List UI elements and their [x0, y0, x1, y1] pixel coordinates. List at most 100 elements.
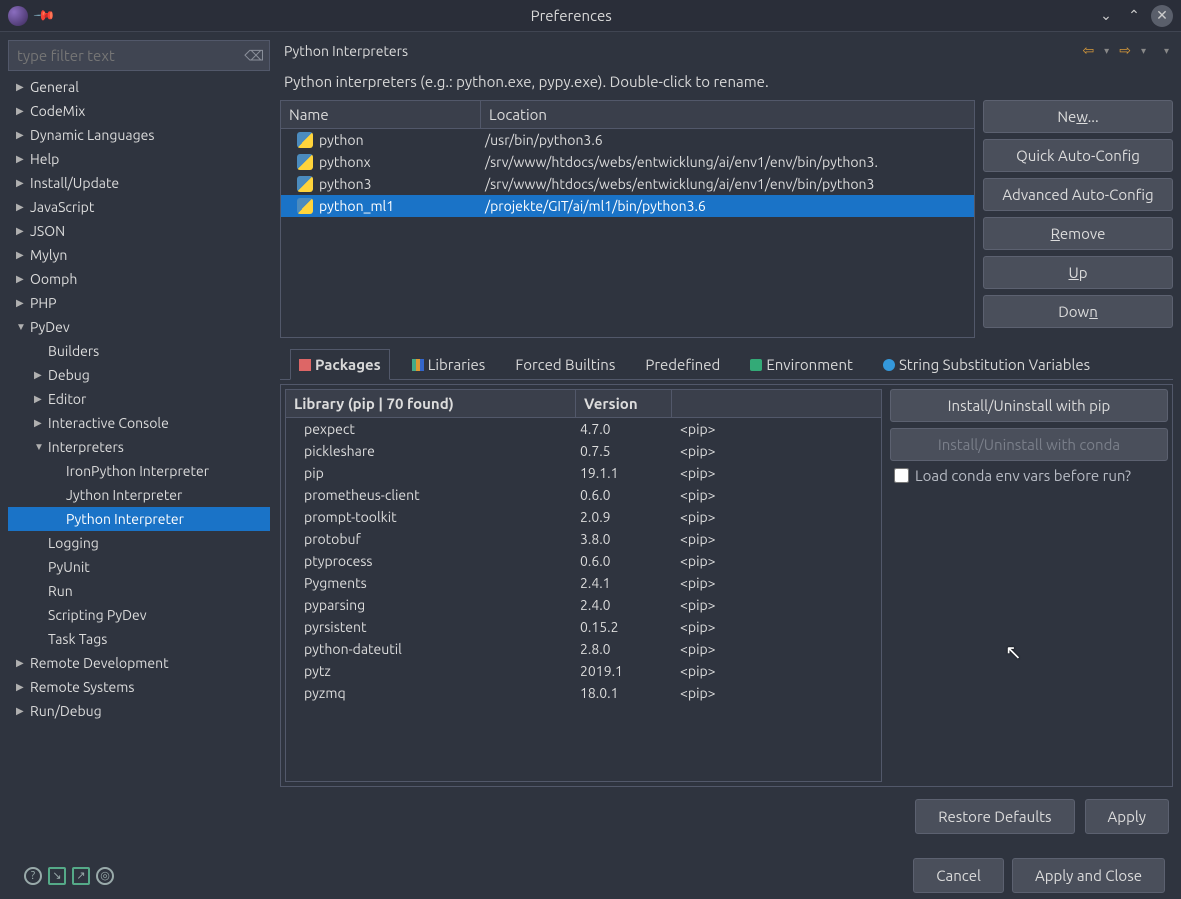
restore-defaults-button[interactable]: Restore Defaults: [915, 799, 1074, 834]
down-button[interactable]: Down: [983, 295, 1173, 328]
chevron-right-icon[interactable]: ▶: [16, 129, 30, 141]
tree-item[interactable]: ▶Dynamic Languages: [8, 123, 270, 147]
chevron-right-icon[interactable]: ▶: [16, 249, 30, 261]
forward-icon[interactable]: ⇨: [1119, 42, 1131, 59]
package-row[interactable]: protobuf3.8.0<pip>: [286, 528, 881, 550]
col-version-header[interactable]: Version: [576, 390, 672, 417]
filter-input[interactable]: [8, 40, 270, 71]
tree-item[interactable]: PyUnit: [8, 555, 270, 579]
chevron-right-icon[interactable]: ▶: [16, 225, 30, 237]
tree-item[interactable]: Task Tags: [8, 627, 270, 651]
tree-item[interactable]: ▶Remote Systems: [8, 675, 270, 699]
col-location-header[interactable]: Location: [481, 101, 974, 128]
apply-and-close-button[interactable]: Apply and Close: [1012, 858, 1165, 893]
tree-item[interactable]: ▶PHP: [8, 291, 270, 315]
chevron-right-icon[interactable]: ▶: [16, 273, 30, 285]
tree-item[interactable]: Scripting PyDev: [8, 603, 270, 627]
tree-item[interactable]: ▶JavaScript: [8, 195, 270, 219]
interpreter-row[interactable]: python_ml1/projekte/GIT/ai/ml1/bin/pytho…: [281, 195, 974, 217]
tab-predef[interactable]: Predefined: [637, 349, 728, 380]
preferences-tree[interactable]: ▶General▶CodeMix▶Dynamic Languages▶Help▶…: [8, 75, 270, 834]
interpreter-row[interactable]: python/usr/bin/python3.6: [281, 129, 974, 151]
interpreter-row[interactable]: pythonx/srv/www/htdocs/webs/entwicklung/…: [281, 151, 974, 173]
chevron-right-icon[interactable]: ▶: [34, 417, 48, 429]
package-row[interactable]: pyzmq18.0.1<pip>: [286, 682, 881, 704]
back-menu-icon[interactable]: ▾: [1104, 45, 1109, 57]
col-library-header[interactable]: Library (pip | 70 found): [286, 390, 576, 417]
help-icon[interactable]: ?: [24, 867, 42, 885]
remove-button[interactable]: Remove: [983, 217, 1173, 250]
package-row[interactable]: pickleshare0.7.5<pip>: [286, 440, 881, 462]
export-icon[interactable]: ↗: [72, 867, 90, 885]
chevron-right-icon[interactable]: ▶: [16, 657, 30, 669]
package-row[interactable]: pytz2019.1<pip>: [286, 660, 881, 682]
chevron-right-icon[interactable]: ▶: [16, 81, 30, 93]
advanced-auto-config-button[interactable]: Advanced Auto-Config: [983, 178, 1173, 211]
tree-item[interactable]: ▶Help: [8, 147, 270, 171]
conda-env-checkbox-row[interactable]: Load conda env vars before run?: [890, 467, 1168, 484]
install-pip-button[interactable]: Install/Uninstall with pip: [890, 389, 1168, 422]
chevron-right-icon[interactable]: ▶: [16, 681, 30, 693]
tree-item[interactable]: ▶General: [8, 75, 270, 99]
interpreter-row[interactable]: python3/srv/www/htdocs/webs/entwicklung/…: [281, 173, 974, 195]
chevron-right-icon[interactable]: ▶: [16, 153, 30, 165]
tree-item[interactable]: ▶Interactive Console: [8, 411, 270, 435]
chevron-down-icon[interactable]: ▼: [34, 441, 48, 453]
forward-menu-icon[interactable]: ▾: [1141, 45, 1146, 57]
tree-item[interactable]: Jython Interpreter: [8, 483, 270, 507]
package-row[interactable]: prometheus-client0.6.0<pip>: [286, 484, 881, 506]
tab-packages[interactable]: Packages: [290, 349, 390, 380]
cancel-button[interactable]: Cancel: [913, 858, 1004, 893]
chevron-right-icon[interactable]: ▶: [34, 369, 48, 381]
tree-item[interactable]: ▶JSON: [8, 219, 270, 243]
import-icon[interactable]: ↘: [48, 867, 66, 885]
tree-item[interactable]: ▶Mylyn: [8, 243, 270, 267]
tree-item[interactable]: ▶Install/Update: [8, 171, 270, 195]
tab-forced[interactable]: Forced Builtins: [507, 349, 623, 380]
package-row[interactable]: Pygments2.4.1<pip>: [286, 572, 881, 594]
tree-item[interactable]: Logging: [8, 531, 270, 555]
tab-libraries[interactable]: Libraries: [404, 349, 494, 380]
new-button[interactable]: New...: [983, 100, 1173, 133]
apply-button[interactable]: Apply: [1085, 799, 1169, 834]
chevron-right-icon[interactable]: ▶: [16, 201, 30, 213]
menu-icon[interactable]: ▾: [1164, 45, 1169, 57]
tree-item[interactable]: ▶CodeMix: [8, 99, 270, 123]
conda-env-checkbox[interactable]: [894, 468, 909, 483]
package-row[interactable]: pexpect4.7.0<pip>: [286, 418, 881, 440]
tree-item[interactable]: ▶Remote Development: [8, 651, 270, 675]
install-conda-button[interactable]: Install/Uninstall with conda: [890, 428, 1168, 461]
tree-item[interactable]: Builders: [8, 339, 270, 363]
quick-auto-config-button[interactable]: Quick Auto-Config: [983, 139, 1173, 172]
package-row[interactable]: pyrsistent0.15.2<pip>: [286, 616, 881, 638]
package-row[interactable]: prompt-toolkit2.0.9<pip>: [286, 506, 881, 528]
minimize-button[interactable]: ⌄: [1095, 5, 1117, 27]
chevron-right-icon[interactable]: ▶: [16, 705, 30, 717]
tree-item[interactable]: ▶Run/Debug: [8, 699, 270, 723]
tree-item[interactable]: ▶Editor: [8, 387, 270, 411]
package-row[interactable]: pyparsing2.4.0<pip>: [286, 594, 881, 616]
package-row[interactable]: ptyprocess0.6.0<pip>: [286, 550, 881, 572]
clear-filter-icon[interactable]: ⌫: [244, 47, 264, 64]
maximize-button[interactable]: ⌃: [1123, 5, 1145, 27]
close-button[interactable]: ✕: [1151, 5, 1173, 27]
chevron-down-icon[interactable]: ▼: [16, 321, 30, 333]
tree-item[interactable]: IronPython Interpreter: [8, 459, 270, 483]
tree-item[interactable]: Python Interpreter: [8, 507, 270, 531]
back-icon[interactable]: ⇦: [1082, 42, 1094, 59]
chevron-right-icon[interactable]: ▶: [34, 393, 48, 405]
tab-env[interactable]: Environment: [742, 349, 861, 380]
tab-strsub[interactable]: String Substitution Variables: [875, 349, 1098, 380]
tree-item[interactable]: ▼PyDev: [8, 315, 270, 339]
chevron-right-icon[interactable]: ▶: [16, 297, 30, 309]
tree-item[interactable]: Run: [8, 579, 270, 603]
tree-item[interactable]: ▶Oomph: [8, 267, 270, 291]
up-button[interactable]: Up: [983, 256, 1173, 289]
col-source-header[interactable]: [672, 390, 881, 417]
tree-item[interactable]: ▼Interpreters: [8, 435, 270, 459]
package-row[interactable]: python-dateutil2.8.0<pip>: [286, 638, 881, 660]
tree-item[interactable]: ▶Debug: [8, 363, 270, 387]
chevron-right-icon[interactable]: ▶: [16, 177, 30, 189]
col-name-header[interactable]: Name: [281, 101, 481, 128]
chevron-right-icon[interactable]: ▶: [16, 105, 30, 117]
